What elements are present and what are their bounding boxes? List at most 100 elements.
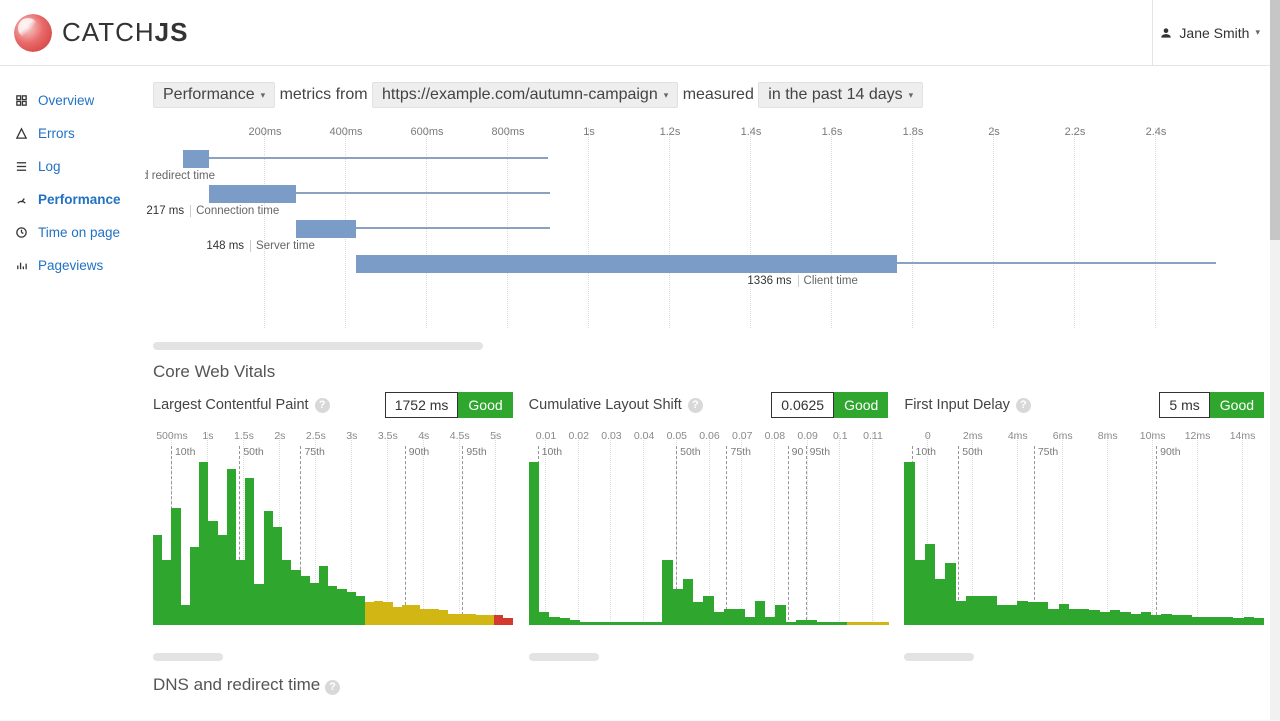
waterfall-bar[interactable] (356, 255, 897, 273)
histogram-bar[interactable] (683, 579, 693, 625)
histogram-bar[interactable] (560, 618, 570, 625)
histogram-bar[interactable] (1131, 614, 1141, 625)
histogram-bar[interactable] (1244, 617, 1254, 625)
histogram-bar[interactable] (383, 602, 392, 625)
histogram-bar[interactable] (631, 622, 641, 625)
histogram-bar[interactable] (1182, 615, 1192, 625)
histogram-bar[interactable] (393, 607, 402, 625)
histogram-bar[interactable] (858, 622, 868, 625)
histogram-bar[interactable] (1203, 617, 1213, 625)
histogram-bar[interactable] (642, 622, 652, 625)
histogram-bar[interactable] (245, 478, 254, 625)
histogram-bar[interactable] (714, 612, 724, 625)
histogram-bar[interactable] (549, 617, 559, 625)
histogram-bar[interactable] (1223, 617, 1233, 625)
waterfall-bar[interactable] (183, 150, 209, 168)
histogram-bar[interactable] (1141, 612, 1151, 625)
histogram-bar[interactable] (847, 622, 857, 625)
histogram-bar[interactable] (621, 622, 631, 625)
histogram-bar[interactable] (1059, 604, 1069, 625)
histogram-bar[interactable] (878, 622, 888, 625)
histogram-bar[interactable] (925, 544, 935, 626)
histogram-bar[interactable] (218, 535, 227, 625)
histogram-bar[interactable] (319, 566, 328, 625)
histogram-bar[interactable] (652, 622, 662, 625)
help-icon[interactable]: ? (688, 398, 703, 413)
histogram-bar[interactable] (153, 535, 162, 625)
sidebar-item-timeonpage[interactable]: Time on page (0, 216, 145, 249)
histogram-bar[interactable] (1213, 617, 1223, 625)
histogram-bar[interactable] (162, 560, 171, 625)
histogram-bar[interactable] (1110, 610, 1120, 625)
histogram-bar[interactable] (1120, 612, 1130, 625)
histogram-bar[interactable] (966, 596, 976, 625)
histogram-bar[interactable] (1038, 602, 1048, 625)
histogram-bar[interactable] (580, 622, 590, 625)
histogram-bar[interactable] (199, 462, 208, 625)
histogram-bar[interactable] (411, 605, 420, 625)
histogram-bar[interactable] (402, 605, 411, 625)
histogram-bar[interactable] (601, 622, 611, 625)
histogram-bar[interactable] (662, 560, 672, 625)
histogram-bar[interactable] (796, 620, 806, 625)
histogram-bar[interactable] (236, 560, 245, 625)
histogram-bar[interactable] (734, 609, 744, 625)
histogram-bar[interactable] (485, 615, 494, 625)
histogram-bar[interactable] (439, 610, 448, 625)
histogram-bar[interactable] (806, 620, 816, 625)
filter-kind-dropdown[interactable]: Performance▾ (153, 82, 275, 108)
filter-url-dropdown[interactable]: https://example.com/autumn-campaign▾ (372, 82, 678, 108)
histogram-bar[interactable] (611, 622, 621, 625)
histogram-bar[interactable] (1007, 605, 1017, 625)
histogram-bar[interactable] (1017, 601, 1027, 625)
page-scrollbar[interactable] (1270, 0, 1280, 720)
histogram-bar[interactable] (1254, 618, 1264, 625)
histogram-bar[interactable] (724, 609, 734, 625)
histogram-bar[interactable] (1233, 618, 1243, 625)
histogram-bar[interactable] (786, 622, 796, 625)
sidebar-item-overview[interactable]: Overview (0, 84, 145, 117)
filter-range-dropdown[interactable]: in the past 14 days▾ (758, 82, 923, 108)
histogram-bar[interactable] (915, 560, 925, 625)
histogram-bar[interactable] (904, 462, 914, 625)
histogram-bar[interactable] (1028, 602, 1038, 625)
waterfall-scrollbar[interactable] (153, 342, 483, 350)
histogram-bar[interactable] (476, 615, 485, 625)
histogram-bar[interactable] (457, 614, 466, 625)
histogram-bar[interactable] (827, 622, 837, 625)
histogram-bar[interactable] (1089, 610, 1099, 625)
histogram-bar[interactable] (1172, 615, 1182, 625)
user-menu[interactable]: Jane Smith ▾ (1152, 0, 1266, 65)
waterfall-bar[interactable] (209, 185, 297, 203)
histogram-bar[interactable] (837, 622, 847, 625)
histogram-bar[interactable] (745, 617, 755, 625)
histogram-bar[interactable] (264, 511, 273, 625)
histogram-bar[interactable] (945, 563, 955, 625)
sidebar-item-errors[interactable]: Errors (0, 117, 145, 150)
histogram-bar[interactable] (590, 622, 600, 625)
histogram-bar[interactable] (935, 579, 945, 625)
brand[interactable]: CATCHJS (14, 14, 188, 52)
histogram-bar[interactable] (570, 620, 580, 625)
histogram-bar[interactable] (529, 462, 539, 625)
histogram-bar[interactable] (1151, 615, 1161, 625)
histogram-bar[interactable] (430, 609, 439, 625)
histogram-bar[interactable] (282, 560, 291, 625)
histogram-bar[interactable] (503, 618, 512, 625)
histogram-bar[interactable] (171, 508, 180, 625)
histogram-bar[interactable] (273, 527, 282, 625)
histogram-bar[interactable] (291, 570, 300, 625)
histogram-bar[interactable] (356, 596, 365, 625)
histogram-bar[interactable] (1100, 612, 1110, 625)
histogram-bar[interactable] (227, 469, 236, 625)
histogram-bar[interactable] (254, 584, 263, 625)
histogram-bar[interactable] (817, 622, 827, 625)
histogram-bar[interactable] (347, 592, 356, 625)
histogram-bar[interactable] (448, 614, 457, 625)
histogram-bar[interactable] (337, 589, 346, 625)
histogram-bar[interactable] (956, 601, 966, 625)
histogram-scrollbar[interactable] (153, 653, 223, 661)
sidebar-item-log[interactable]: Log (0, 150, 145, 183)
histogram-bar[interactable] (466, 614, 475, 625)
histogram-bar[interactable] (328, 586, 337, 625)
